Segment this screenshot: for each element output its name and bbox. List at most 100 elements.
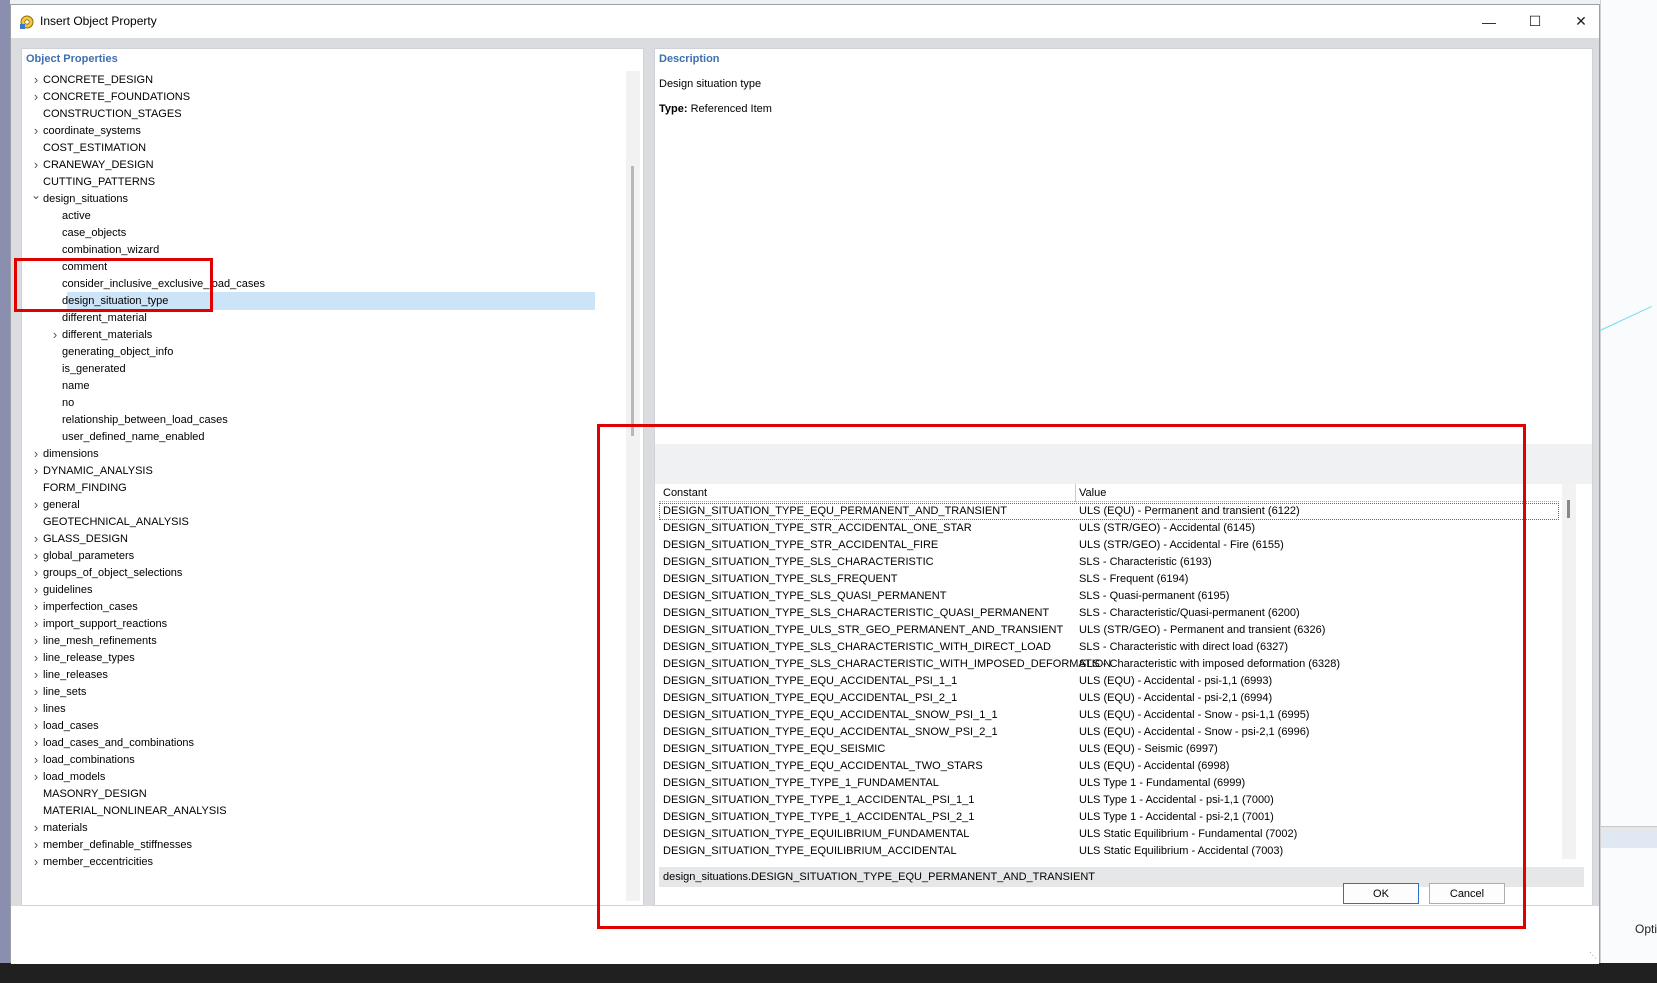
tree-item[interactable]: design_situation_type bbox=[62, 292, 595, 310]
tree-item[interactable]: generating_object_info bbox=[22, 343, 622, 361]
table-row[interactable]: DESIGN_SITUATION_TYPE_EQU_ACCIDENTAL_PSI… bbox=[659, 690, 1559, 707]
tree-item[interactable]: consider_inclusive_exclusive_load_cases bbox=[22, 275, 622, 293]
table-row[interactable]: DESIGN_SITUATION_TYPE_SLS_FREQUENT SLS - … bbox=[659, 571, 1559, 588]
table-row[interactable]: DESIGN_SITUATION_TYPE_EQU_PERMANENT_AND_… bbox=[659, 503, 1559, 520]
column-header-constant[interactable]: Constant bbox=[663, 487, 707, 499]
chevron-right-icon[interactable]: › bbox=[30, 462, 42, 480]
chevron-down-icon[interactable]: ⌄ bbox=[30, 186, 42, 204]
chevron-right-icon[interactable]: › bbox=[30, 649, 42, 667]
tree-item[interactable]: name bbox=[22, 377, 622, 395]
chevron-right-icon[interactable]: › bbox=[30, 734, 42, 752]
chevron-right-icon[interactable]: › bbox=[30, 530, 42, 548]
chevron-right-icon[interactable]: › bbox=[30, 496, 42, 514]
chevron-right-icon[interactable]: › bbox=[30, 581, 42, 599]
cancel-button[interactable]: Cancel bbox=[1429, 883, 1505, 904]
tree-item[interactable]: › guidelines bbox=[22, 581, 622, 599]
tree-item[interactable]: comment bbox=[22, 258, 622, 276]
resize-grip-icon[interactable]: ⋱ bbox=[1589, 951, 1597, 960]
tree-item[interactable]: › load_cases_and_combinations bbox=[22, 734, 622, 752]
tree-scrollbar[interactable] bbox=[626, 71, 640, 901]
tree-item[interactable]: › coordinate_systems bbox=[22, 122, 622, 140]
chevron-right-icon[interactable]: › bbox=[30, 122, 42, 140]
chevron-right-icon[interactable]: › bbox=[30, 598, 42, 616]
tree-item[interactable]: no bbox=[22, 394, 622, 412]
tree-item[interactable]: CUTTING_PATTERNS bbox=[22, 173, 622, 191]
table-row[interactable]: DESIGN_SITUATION_TYPE_EQU_ACCIDENTAL_TWO… bbox=[659, 758, 1559, 775]
chevron-right-icon[interactable]: › bbox=[30, 564, 42, 582]
chevron-right-icon[interactable]: › bbox=[30, 445, 42, 463]
tree-item[interactable]: COST_ESTIMATION bbox=[22, 139, 622, 157]
chevron-right-icon[interactable]: › bbox=[30, 717, 42, 735]
chevron-right-icon[interactable]: › bbox=[30, 547, 42, 565]
tree-item[interactable]: active bbox=[22, 207, 622, 225]
table-row[interactable]: DESIGN_SITUATION_TYPE_EQUILIBRIUM_FUNDAM… bbox=[659, 826, 1559, 843]
tree-item[interactable]: different_material bbox=[22, 309, 622, 327]
tree-item[interactable]: › dimensions bbox=[22, 445, 622, 463]
table-row[interactable]: DESIGN_SITUATION_TYPE_EQU_ACCIDENTAL_SNO… bbox=[659, 707, 1559, 724]
tree-item[interactable]: relationship_between_load_cases bbox=[22, 411, 622, 429]
chevron-right-icon[interactable]: › bbox=[30, 71, 42, 89]
tree-item[interactable]: › member_definable_stiffnesses bbox=[22, 836, 622, 854]
panel-splitter[interactable] bbox=[655, 444, 1592, 484]
tree-item[interactable]: › general bbox=[22, 496, 622, 514]
tree-item[interactable]: user_defined_name_enabled bbox=[22, 428, 622, 446]
tree-item[interactable]: is_generated bbox=[22, 360, 622, 378]
table-row[interactable]: DESIGN_SITUATION_TYPE_ULS_STR_GEO_PERMAN… bbox=[659, 622, 1559, 639]
chevron-right-icon[interactable]: › bbox=[30, 700, 42, 718]
chevron-right-icon[interactable]: › bbox=[30, 819, 42, 837]
table-row[interactable]: DESIGN_SITUATION_TYPE_SLS_CHARACTERISTIC… bbox=[659, 639, 1559, 656]
tree-item[interactable]: › import_support_reactions bbox=[22, 615, 622, 633]
chevron-right-icon[interactable]: › bbox=[30, 615, 42, 633]
chevron-right-icon[interactable]: › bbox=[30, 632, 42, 650]
tree-item[interactable]: FORM_FINDING bbox=[22, 479, 622, 497]
maximize-button[interactable]: ☐ bbox=[1512, 5, 1558, 38]
tree-item[interactable]: › line_sets bbox=[22, 683, 622, 701]
tree-item[interactable]: › different_materials bbox=[22, 326, 622, 344]
tree-item[interactable]: › materials bbox=[22, 819, 622, 837]
tree-item[interactable]: › CONCRETE_DESIGN bbox=[22, 71, 622, 89]
table-row[interactable]: DESIGN_SITUATION_TYPE_STR_ACCIDENTAL_FIR… bbox=[659, 537, 1559, 554]
tree-item[interactable]: › CRANEWAY_DESIGN bbox=[22, 156, 622, 174]
tree-item[interactable]: › line_release_types bbox=[22, 649, 622, 667]
table-row[interactable]: DESIGN_SITUATION_TYPE_SLS_CHARACTERISTIC… bbox=[659, 605, 1559, 622]
chevron-right-icon[interactable]: › bbox=[30, 768, 42, 786]
chevron-right-icon[interactable]: › bbox=[30, 853, 42, 871]
tree-item[interactable]: MATERIAL_NONLINEAR_ANALYSIS bbox=[22, 802, 622, 820]
tree-item[interactable]: combination_wizard bbox=[22, 241, 622, 259]
table-row[interactable]: DESIGN_SITUATION_TYPE_STR_ACCIDENTAL_ONE… bbox=[659, 520, 1559, 537]
tree-item[interactable]: case_objects bbox=[22, 224, 622, 242]
chevron-right-icon[interactable]: › bbox=[30, 88, 42, 106]
table-row[interactable]: DESIGN_SITUATION_TYPE_TYPE_1_FUNDAMENTAL… bbox=[659, 775, 1559, 792]
table-row[interactable]: DESIGN_SITUATION_TYPE_EQUILIBRIUM_ACCIDE… bbox=[659, 843, 1559, 860]
title-bar[interactable]: Insert Object Property — ☐ ✕ bbox=[11, 5, 1599, 38]
tree-item[interactable]: CONSTRUCTION_STAGES bbox=[22, 105, 622, 123]
table-row[interactable]: DESIGN_SITUATION_TYPE_EQU_ACCIDENTAL_PSI… bbox=[659, 673, 1559, 690]
tree-item[interactable]: › load_cases bbox=[22, 717, 622, 735]
tree-item[interactable]: › DYNAMIC_ANALYSIS bbox=[22, 462, 622, 480]
table-row[interactable]: DESIGN_SITUATION_TYPE_EQU_SEISMIC ULS (EQ… bbox=[659, 741, 1559, 758]
tree-item[interactable]: › load_combinations bbox=[22, 751, 622, 769]
chevron-right-icon[interactable]: › bbox=[30, 666, 42, 684]
column-separator[interactable] bbox=[1075, 484, 1076, 502]
chevron-right-icon[interactable]: › bbox=[30, 836, 42, 854]
table-row[interactable]: DESIGN_SITUATION_TYPE_EQU_ACCIDENTAL_SNO… bbox=[659, 724, 1559, 741]
tree-scrollbar-thumb[interactable] bbox=[631, 166, 634, 436]
chevron-right-icon[interactable]: › bbox=[49, 326, 61, 344]
tree-item[interactable]: › global_parameters bbox=[22, 547, 622, 565]
tree-item[interactable]: › line_releases bbox=[22, 666, 622, 684]
tree-item[interactable]: › GLASS_DESIGN bbox=[22, 530, 622, 548]
chevron-right-icon[interactable]: › bbox=[30, 683, 42, 701]
table-row[interactable]: DESIGN_SITUATION_TYPE_SLS_CHARACTERISTIC… bbox=[659, 656, 1559, 673]
table-scrollbar-thumb[interactable] bbox=[1567, 500, 1570, 518]
tree-item[interactable]: › groups_of_object_selections bbox=[22, 564, 622, 582]
table-scrollbar[interactable] bbox=[1562, 484, 1576, 859]
minimize-button[interactable]: — bbox=[1466, 5, 1512, 38]
table-row[interactable]: DESIGN_SITUATION_TYPE_SLS_CHARACTERISTIC… bbox=[659, 554, 1559, 571]
table-row[interactable]: DESIGN_SITUATION_TYPE_TYPE_1_ACCIDENTAL_… bbox=[659, 809, 1559, 826]
tree-item[interactable]: › imperfection_cases bbox=[22, 598, 622, 616]
ok-button[interactable]: OK bbox=[1343, 883, 1419, 904]
object-properties-tree[interactable]: › CONCRETE_DESIGN › CONCRETE_FOUNDATIONS CON… bbox=[22, 71, 622, 901]
close-button[interactable]: ✕ bbox=[1558, 5, 1604, 38]
tree-item[interactable]: ⌄ design_situations bbox=[22, 188, 622, 208]
tree-item[interactable]: › load_models bbox=[22, 768, 622, 786]
